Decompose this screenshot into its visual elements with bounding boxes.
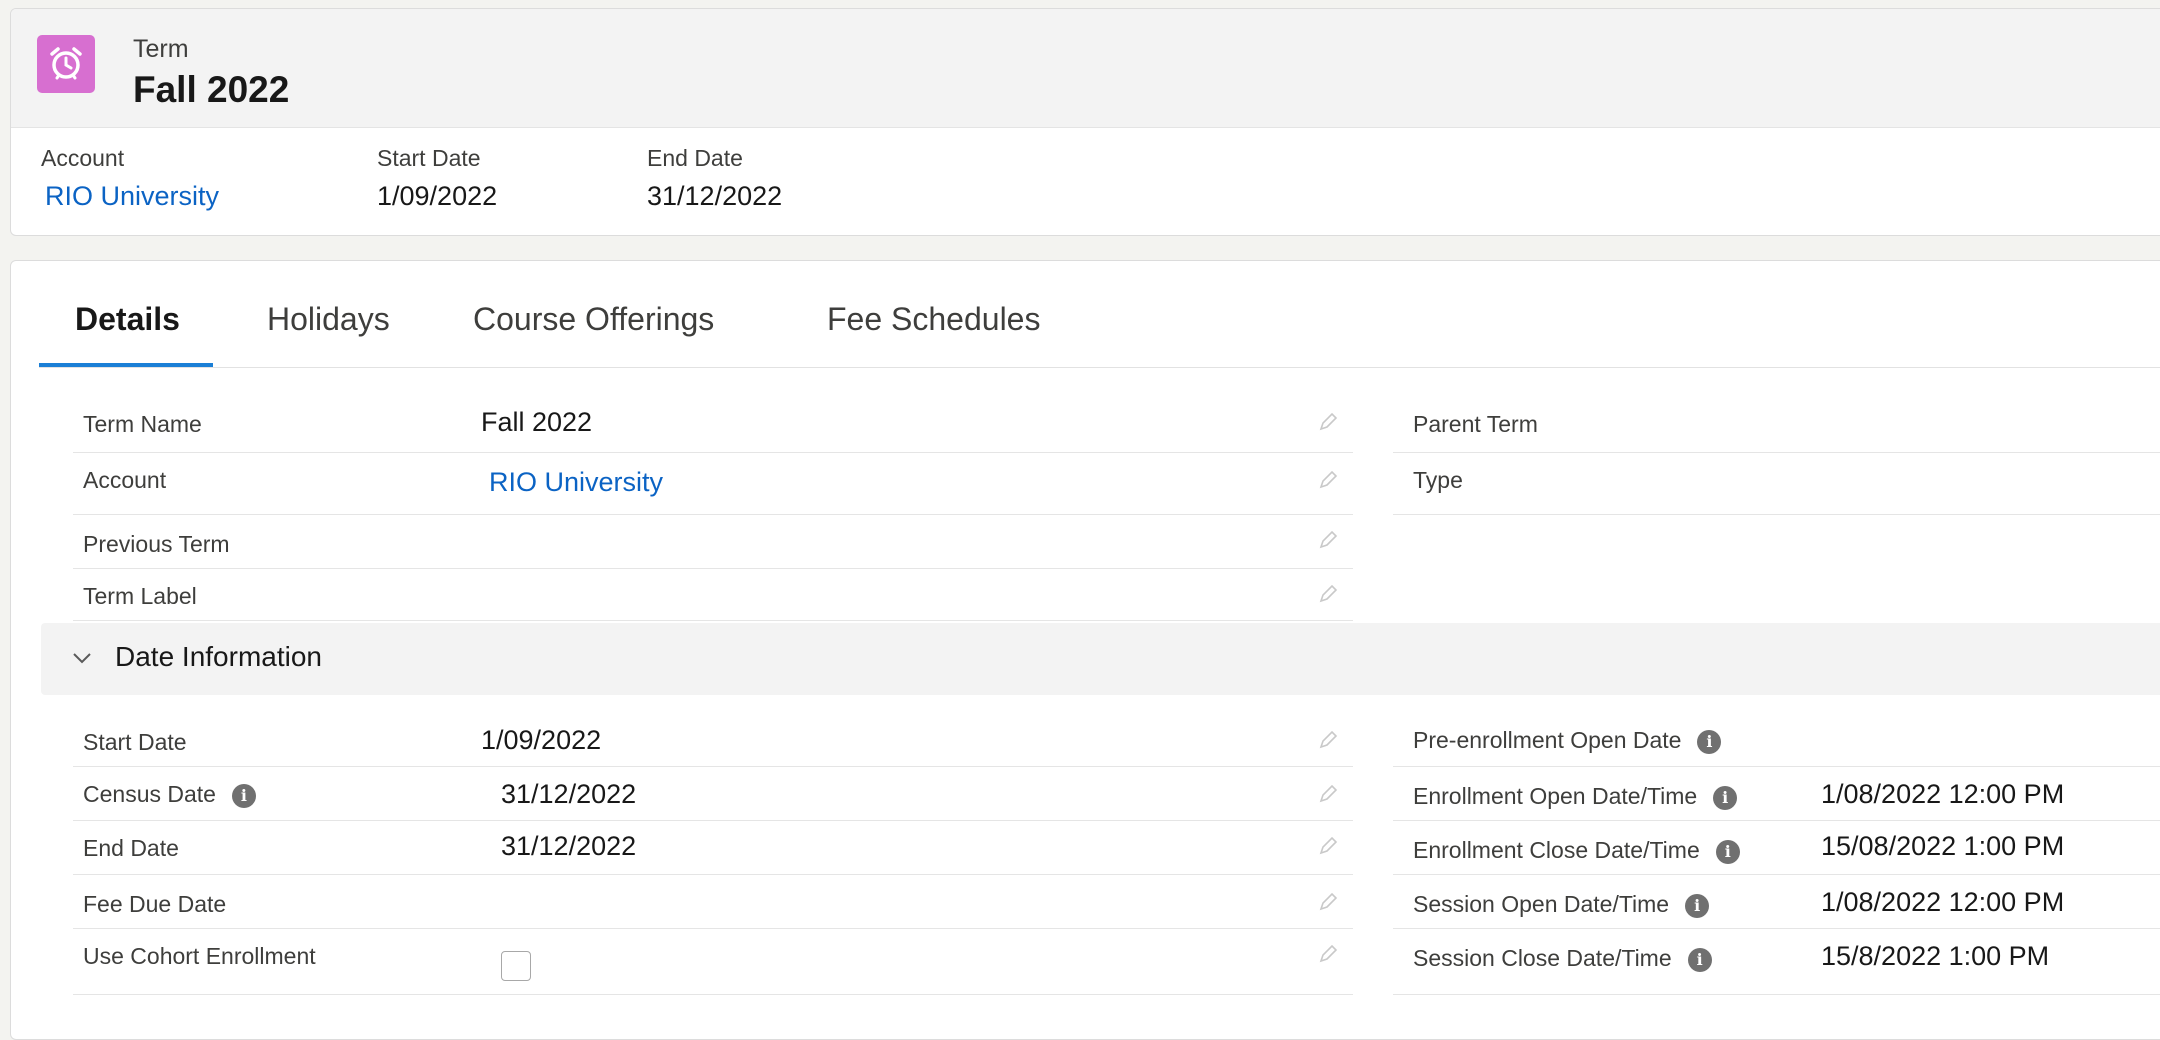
info-icon[interactable]: i: [1715, 839, 1740, 864]
field-label: Census Date: [83, 781, 216, 807]
field-parent-term: Parent Term: [1393, 397, 2160, 453]
info-icon[interactable]: i: [1697, 729, 1722, 754]
tab-details[interactable]: Details: [39, 301, 213, 367]
tab-course-offerings[interactable]: Course Offerings: [473, 301, 714, 367]
field-label: Parent Term: [1413, 411, 1538, 437]
field-label-wrap: Census Date i: [83, 781, 256, 808]
field-label: Term Name: [83, 411, 202, 437]
field-label: Session Close Date/Time: [1413, 945, 1672, 971]
pencil-icon[interactable]: [1317, 583, 1339, 605]
field-label-wrap: Enrollment Open Date/Time i: [1413, 783, 1738, 810]
field-label: Account: [83, 467, 167, 493]
field-label: Session Open Date/Time: [1413, 891, 1670, 917]
field-session-close-datetime: Session Close Date/Time i 15/8/2022 1:00 …: [1393, 929, 2160, 995]
field-fee-due-date: Fee Due Date: [73, 875, 1353, 929]
field-session-open-datetime: Session Open Date/Time i 1/08/2022 12:00 …: [1393, 875, 2160, 929]
tab-holidays[interactable]: Holidays: [267, 301, 390, 367]
field-label: Pre-enrollment Open Date: [1413, 727, 1682, 753]
highlight-account-label: Account: [41, 145, 125, 171]
field-pre-enrollment-open-date: Pre-enrollment Open Date i: [1393, 713, 2160, 767]
field-start-date: Start Date 1/09/2022: [73, 713, 1353, 767]
field-end-date: End Date 31/12/2022: [73, 821, 1353, 875]
field-value: 1/08/2022 12:00 PM: [1821, 779, 2065, 809]
highlight-account-link[interactable]: RIO University: [45, 181, 219, 212]
field-value: 31/12/2022: [501, 779, 637, 809]
pencil-icon[interactable]: [1317, 469, 1339, 491]
info-icon[interactable]: i: [1687, 947, 1712, 972]
field-label-wrap: Pre-enrollment Open Date i: [1413, 727, 1722, 754]
tab-bar: Details Holidays Course Offerings Fee Sc…: [39, 261, 2160, 368]
pencil-icon[interactable]: [1317, 943, 1339, 965]
field-label: Term Label: [83, 583, 197, 609]
field-label: Start Date: [83, 729, 187, 755]
record-name: Fall 2022: [133, 69, 290, 110]
pencil-icon[interactable]: [1317, 891, 1339, 913]
field-value: 1/09/2022: [481, 725, 602, 755]
field-label-wrap: Session Open Date/Time i: [1413, 891, 1710, 918]
info-icon[interactable]: i: [231, 783, 256, 808]
field-label-wrap: Session Close Date/Time i: [1413, 945, 1712, 972]
pencil-icon[interactable]: [1317, 835, 1339, 857]
tab-fee-schedules[interactable]: Fee Schedules: [827, 301, 1040, 367]
field-value: 1/08/2022 12:00 PM: [1821, 887, 2065, 917]
field-label: Enrollment Close Date/Time: [1413, 837, 1700, 863]
field-term-name: Term Name Fall 2022: [73, 397, 1353, 453]
field-term-label: Term Label: [73, 569, 1353, 621]
field-label: Previous Term: [83, 531, 230, 557]
field-value: 31/12/2022: [501, 831, 637, 861]
field-label: Fee Due Date: [83, 891, 227, 917]
highlight-end-date-value: 31/12/2022: [647, 181, 783, 211]
highlight-start-date-value: 1/09/2022: [377, 181, 498, 211]
field-label-wrap: Enrollment Close Date/Time i: [1413, 837, 1740, 864]
record-header: Term Fall 2022 Account RIO University St…: [10, 8, 2160, 236]
field-value: Fall 2022: [481, 407, 593, 437]
info-icon[interactable]: i: [1685, 893, 1710, 918]
account-link[interactable]: RIO University: [489, 467, 663, 498]
info-icon[interactable]: i: [1713, 785, 1738, 810]
highlight-end-date-label: End Date: [647, 145, 743, 171]
object-type-label: Term: [133, 35, 189, 63]
field-value: 15/8/2022 1:00 PM: [1821, 941, 2050, 971]
highlight-start-date-label: Start Date: [377, 145, 481, 171]
field-label: Enrollment Open Date/Time: [1413, 783, 1698, 809]
field-enrollment-close-datetime: Enrollment Close Date/Time i 15/08/2022 1…: [1393, 821, 2160, 875]
pencil-icon[interactable]: [1317, 783, 1339, 805]
use-cohort-enrollment-checkbox: [501, 951, 531, 981]
field-account: Account RIO University: [73, 453, 1353, 515]
field-enrollment-open-datetime: Enrollment Open Date/Time i 1/08/2022 12:…: [1393, 767, 2160, 821]
date-information-section-header[interactable]: Date Information: [41, 623, 2160, 695]
field-type: Type: [1393, 453, 2160, 515]
record-title-bar: Term Fall 2022: [11, 9, 2160, 128]
field-label: Type: [1413, 467, 1463, 493]
record-detail-panel: Details Holidays Course Offerings Fee Sc…: [10, 260, 2160, 1040]
field-value: 15/08/2022 1:00 PM: [1821, 831, 2065, 861]
field-census-date: Census Date i 31/12/2022: [73, 767, 1353, 821]
alarm-clock-icon: [37, 35, 95, 93]
field-label: Use Cohort Enrollment: [83, 943, 316, 969]
field-label: End Date: [83, 835, 179, 861]
field-previous-term: Previous Term: [73, 515, 1353, 569]
pencil-icon[interactable]: [1317, 529, 1339, 551]
field-use-cohort-enrollment: Use Cohort Enrollment: [73, 929, 1353, 995]
chevron-down-icon: [73, 653, 91, 664]
pencil-icon[interactable]: [1317, 729, 1339, 751]
pencil-icon[interactable]: [1317, 411, 1339, 433]
section-title: Date Information: [115, 641, 322, 672]
